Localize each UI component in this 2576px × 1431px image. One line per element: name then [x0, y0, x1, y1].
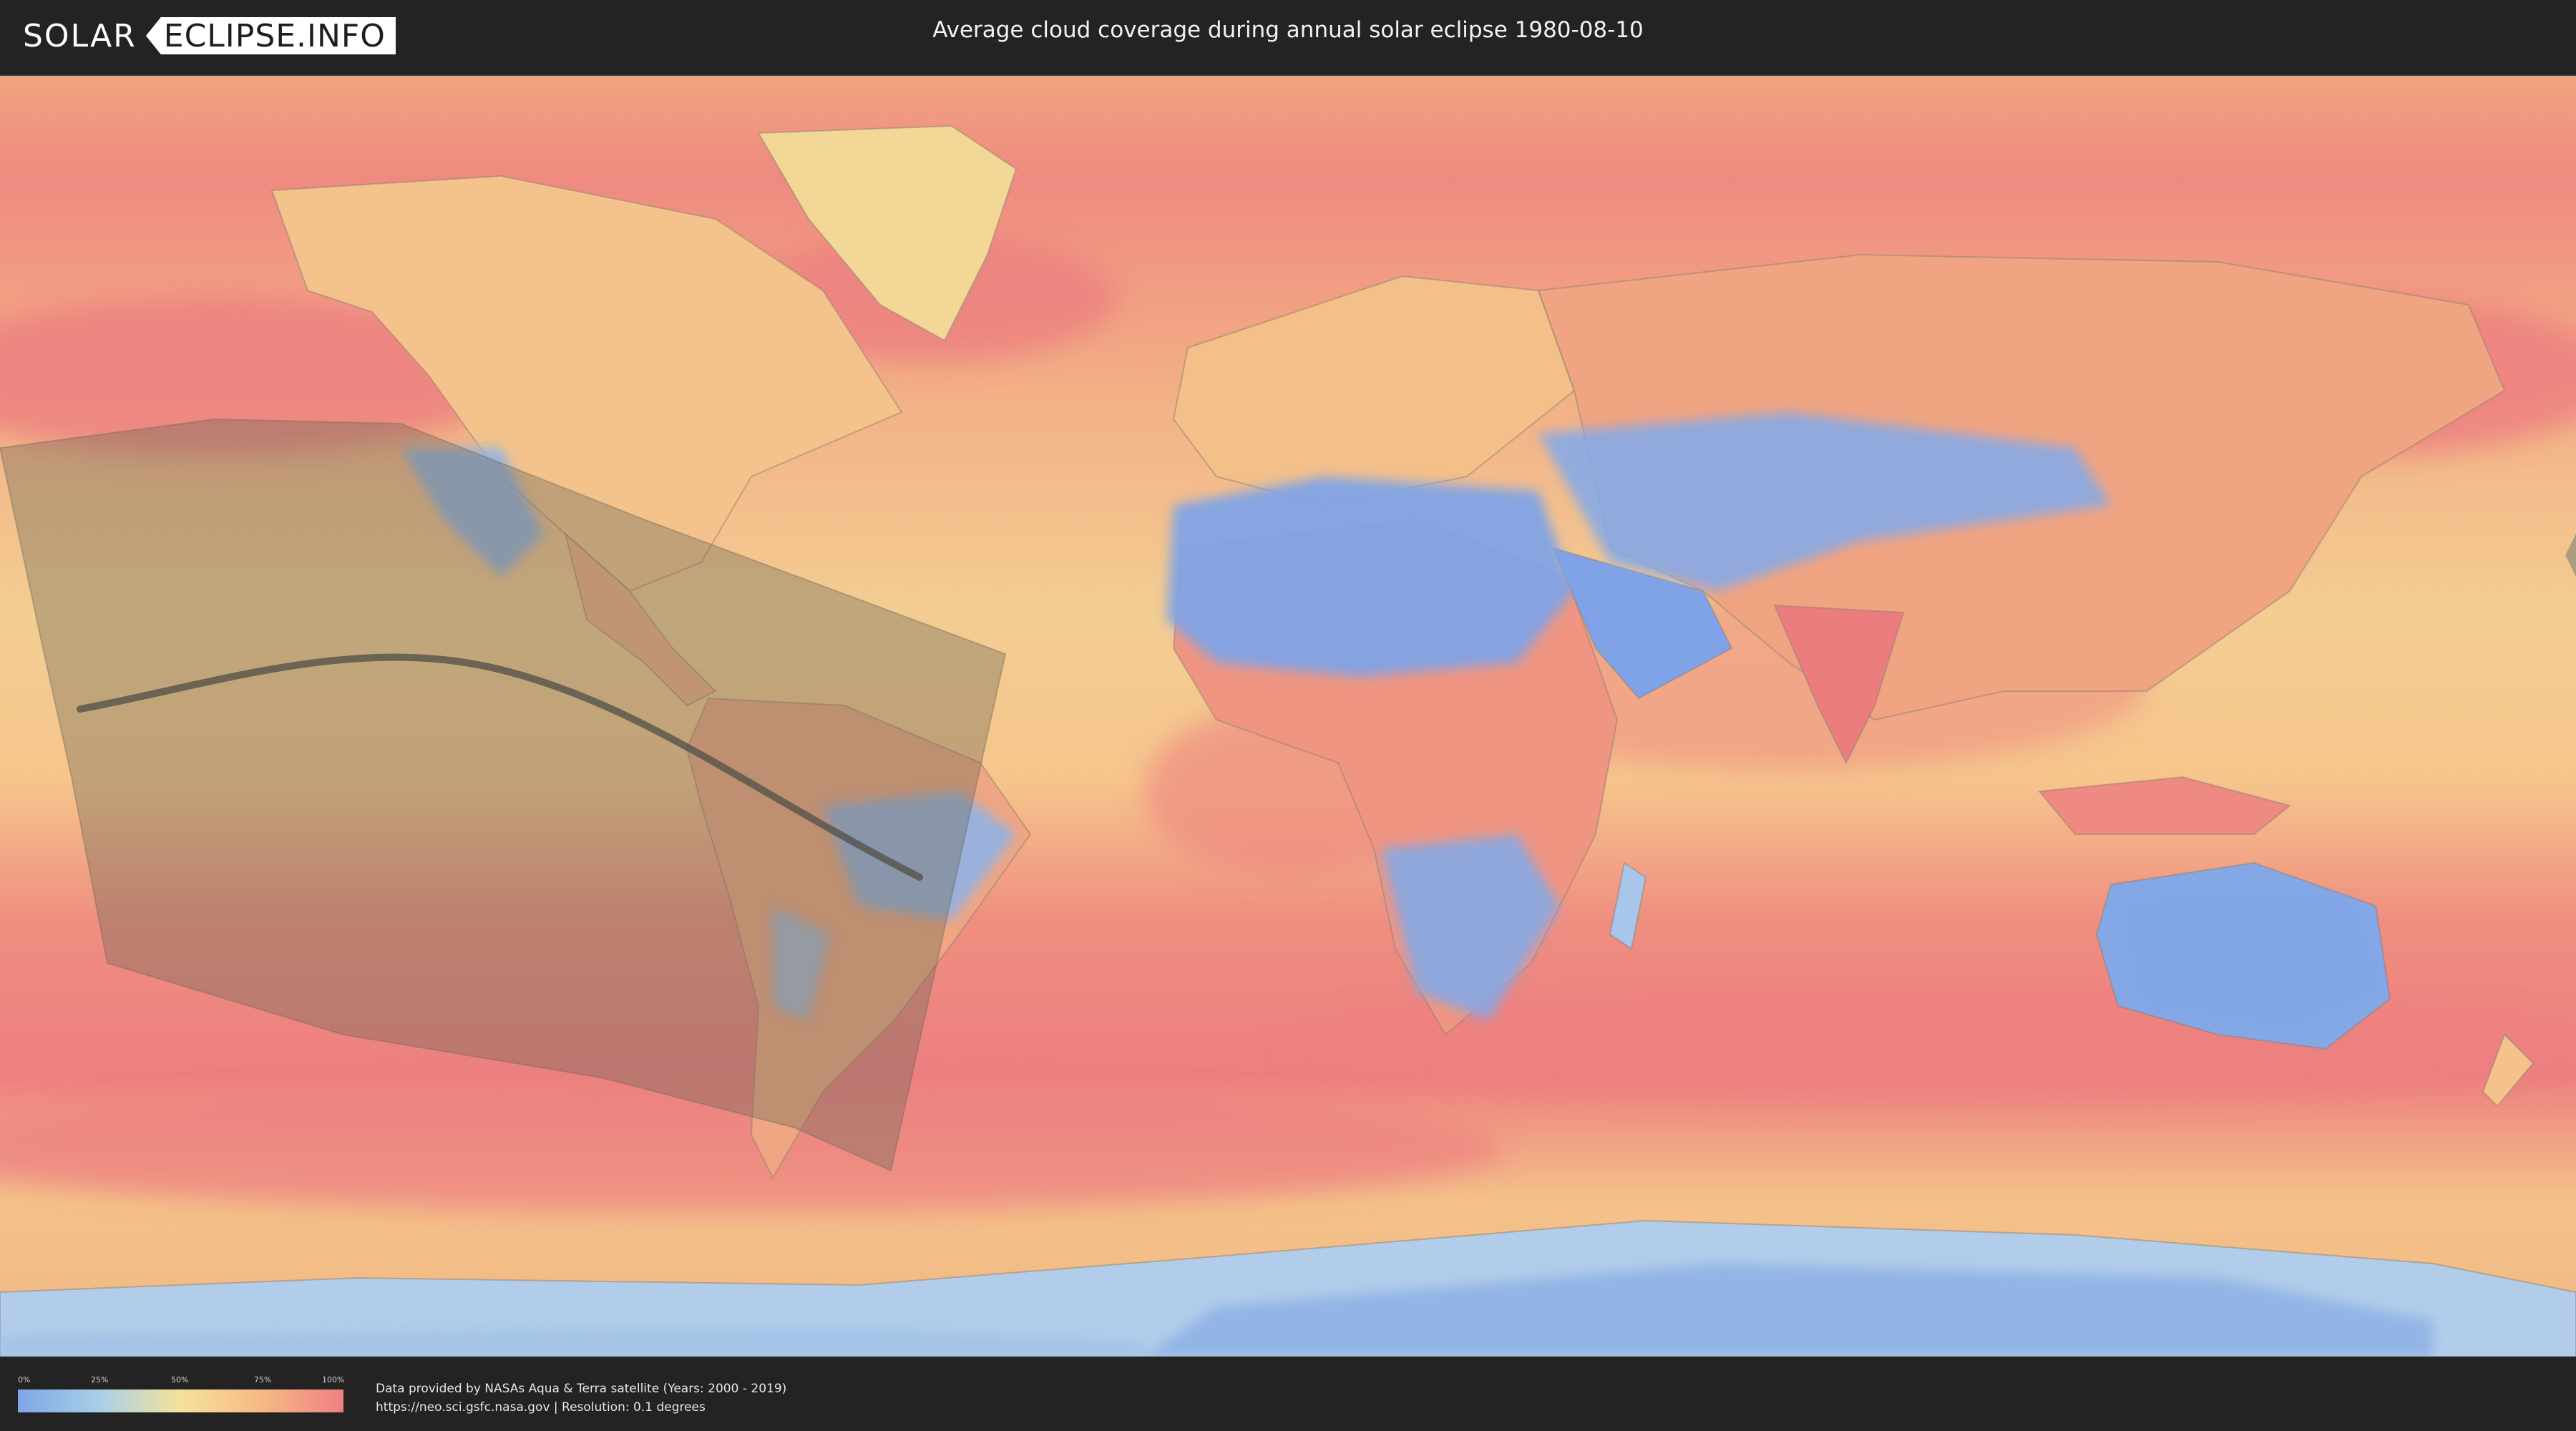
legend-color-bar [18, 1390, 343, 1412]
legend-tick-0: 0% [18, 1375, 31, 1384]
footer: 0% 25% 50% 75% 100% Data provided by NAS… [0, 1358, 2576, 1431]
legend-tick-50: 50% [171, 1375, 189, 1384]
legend-tick-25: 25% [91, 1375, 109, 1384]
world-map-svg [0, 76, 2576, 1357]
cloud-coverage-map[interactable] [0, 74, 2576, 1357]
legend-tick-100: 100% [322, 1375, 345, 1384]
credit-line-url: https://neo.sci.gsfc.nasa.gov | Resoluti… [376, 1400, 706, 1415]
credit-line-source: Data provided by NASAs Aqua & Terra sate… [376, 1382, 787, 1396]
cloud-coverage-legend: 0% 25% 50% 75% 100% [18, 1375, 345, 1412]
data-credits: Data provided by NASAs Aqua & Terra sate… [376, 1379, 786, 1417]
header: SOLAR ECLIPSE.INFO Average cloud coverag… [0, 0, 2576, 72]
legend-ticks: 0% 25% 50% 75% 100% [18, 1375, 345, 1385]
page-title: Average cloud coverage during annual sol… [932, 17, 1644, 43]
legend-tick-75: 75% [254, 1375, 272, 1384]
